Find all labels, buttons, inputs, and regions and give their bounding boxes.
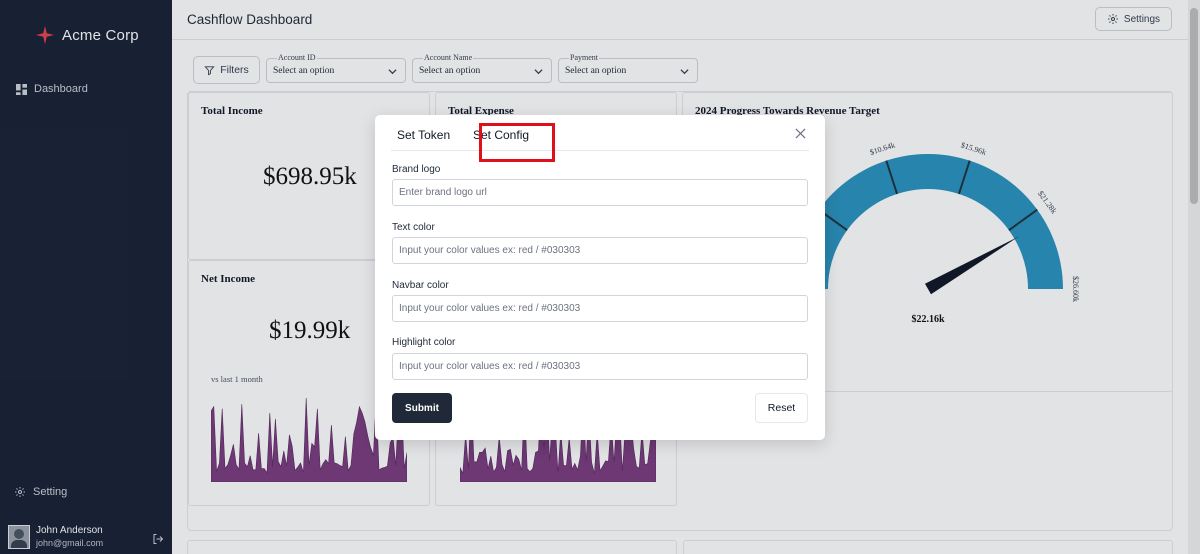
submit-button[interactable]: Submit bbox=[392, 393, 452, 423]
text-color-input[interactable] bbox=[392, 237, 808, 264]
text-color-label: Text color bbox=[392, 222, 435, 233]
brand-logo-label: Brand logo bbox=[392, 164, 441, 175]
brand-logo-input[interactable] bbox=[392, 179, 808, 206]
highlight-color-input[interactable] bbox=[392, 353, 808, 380]
tab-set-token[interactable]: Set Token bbox=[397, 128, 450, 142]
reset-button[interactable]: Reset bbox=[755, 393, 808, 423]
navbar-color-input[interactable] bbox=[392, 295, 808, 322]
highlight-color-label: Highlight color bbox=[392, 337, 456, 348]
config-modal: Set Token Set Config Brand logo Text col… bbox=[375, 115, 825, 440]
highlight-annotation bbox=[479, 123, 555, 162]
close-icon[interactable] bbox=[795, 128, 806, 139]
modal-tabs: Set Token Set Config bbox=[391, 123, 809, 162]
navbar-color-label: Navbar color bbox=[392, 280, 449, 291]
